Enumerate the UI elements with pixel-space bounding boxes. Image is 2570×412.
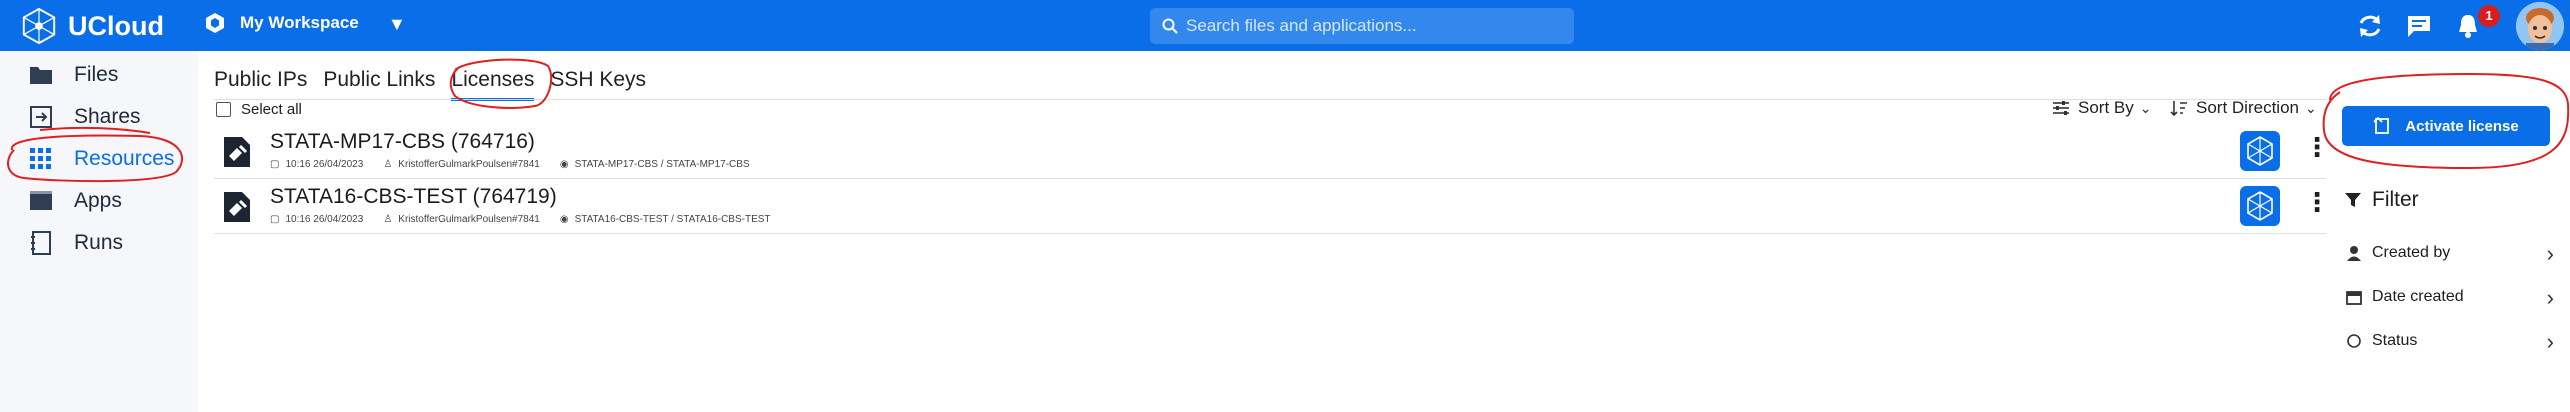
annotation-underline-shares [39,126,151,134]
annotation-circle-licenses [449,58,553,109]
annotation-circle-activate [2322,72,2570,170]
annotation-overlay [7,58,2570,183]
annotation-circle-resources [7,134,184,183]
